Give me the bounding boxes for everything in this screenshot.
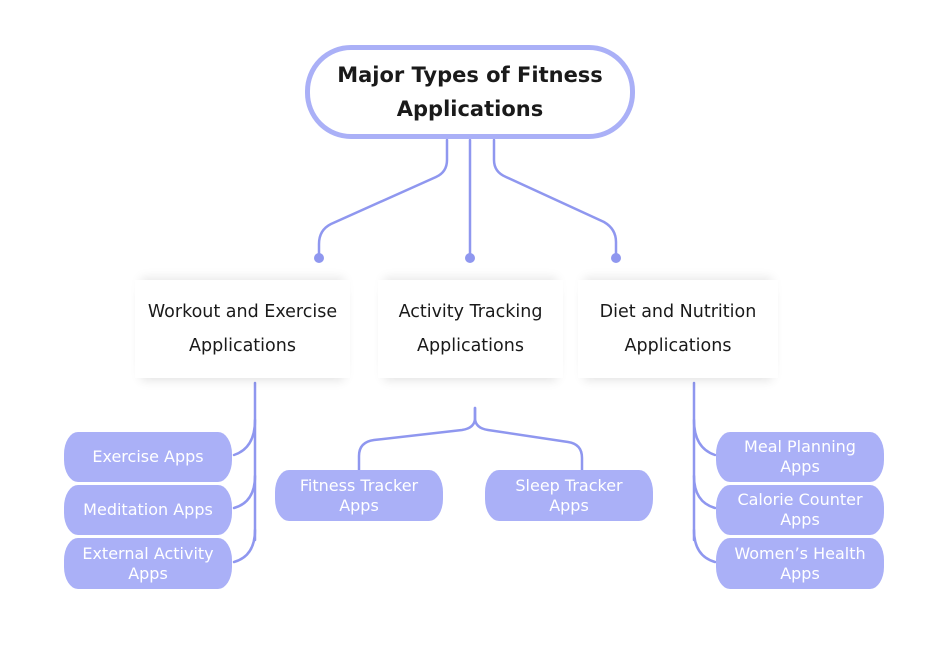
connector-diet-womens — [692, 528, 717, 564]
leaf-label: Meal Planning Apps — [744, 437, 856, 476]
leaf-label: Exercise Apps — [92, 447, 204, 466]
category-workout-exercise: Workout and Exercise Applications — [135, 280, 350, 378]
connector-dot-workout — [314, 253, 324, 263]
connector-activity-fitness — [357, 406, 477, 472]
leaf-label: Fitness Tracker Apps — [299, 475, 419, 515]
leaf-fitness-tracker-apps: Fitness Tracker Apps — [275, 470, 443, 521]
connector-diet-calorie — [692, 474, 717, 510]
leaf-meditation-apps: Meditation Apps — [64, 485, 232, 535]
category-label: Diet and Nutrition Applications — [599, 302, 757, 356]
connector-dot-activity — [465, 253, 475, 263]
leaf-label: Calorie Counter Apps — [737, 490, 863, 529]
category-label: Workout and Exercise Applications — [147, 302, 338, 356]
leaf-exercise-apps: Exercise Apps — [64, 432, 232, 482]
leaf-label: Women’s Health Apps — [734, 543, 866, 583]
connector-activity-sleep — [473, 406, 584, 472]
leaf-label: Sleep Tracker Apps — [515, 475, 623, 515]
category-label: Activity Tracking Applications — [398, 302, 543, 356]
connector-root-diet — [492, 138, 618, 260]
leaf-calorie-counter-apps: Calorie Counter Apps — [716, 485, 884, 535]
category-activity-tracking: Activity Tracking Applications — [378, 280, 563, 378]
connector-diet-meal — [692, 418, 717, 457]
connector-workout-meditation — [232, 474, 257, 510]
leaf-external-activity-apps: External Activity Apps — [64, 538, 232, 589]
connector-workout-exercise — [232, 418, 257, 457]
category-diet-nutrition: Diet and Nutrition Applications — [578, 280, 778, 378]
leaf-label: Meditation Apps — [83, 500, 213, 519]
connector-dot-diet — [611, 253, 621, 263]
leaf-label: External Activity Apps — [82, 543, 214, 583]
leaf-meal-planning-apps: Meal Planning Apps — [716, 432, 884, 482]
connector-root-workout — [317, 138, 449, 260]
leaf-sleep-tracker-apps: Sleep Tracker Apps — [485, 470, 653, 521]
connector-workout-external — [232, 528, 257, 564]
diagram-title: Major Types of Fitness Applications — [337, 63, 603, 121]
leaf-womens-health-apps: Women’s Health Apps — [716, 538, 884, 589]
root-node: Major Types of Fitness Applications — [305, 45, 635, 139]
